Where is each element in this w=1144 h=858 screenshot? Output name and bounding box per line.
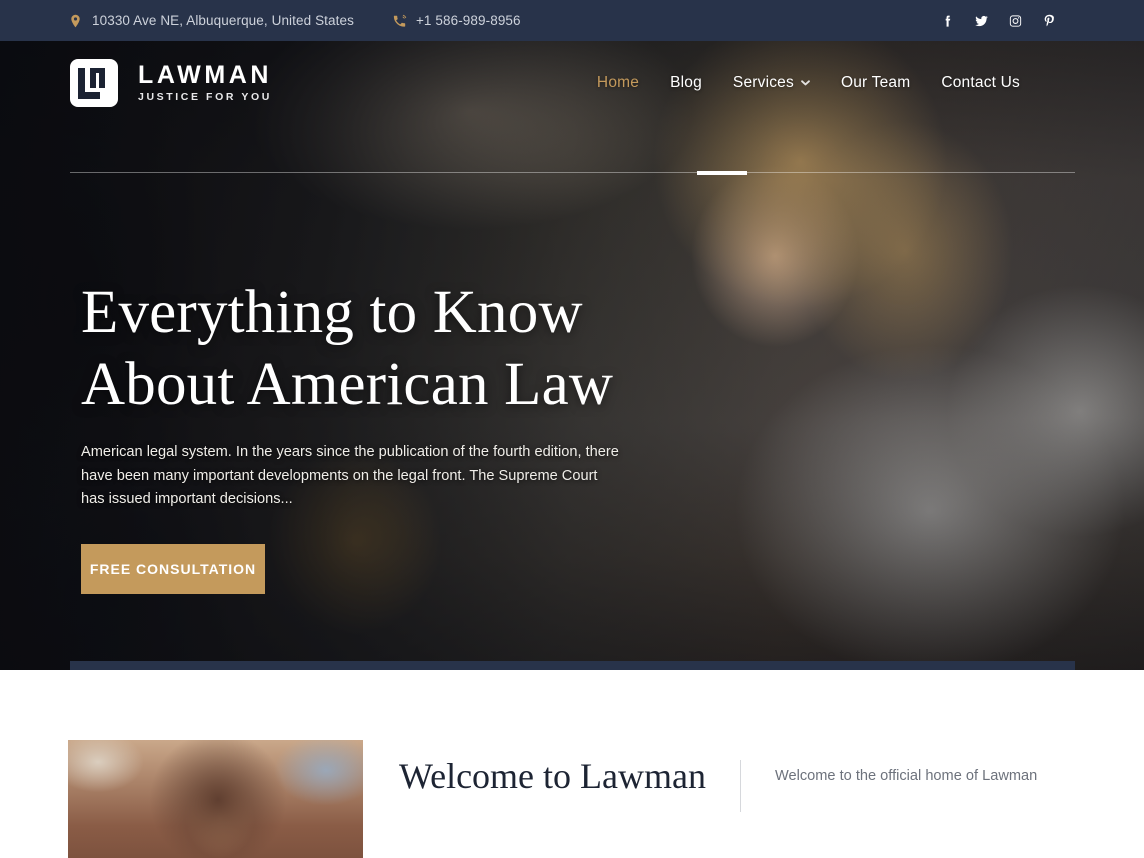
welcome-divider: [739, 760, 741, 812]
social-links: [940, 13, 1120, 29]
phone-text: +1 586-989-8956: [415, 13, 521, 28]
address-item[interactable]: 10330 Ave NE, Albuquerque, United States: [68, 13, 354, 29]
lawman-monogram-icon: [68, 57, 120, 109]
twitter-icon[interactable]: [974, 13, 989, 29]
top-bar: 10330 Ave NE, Albuquerque, United States…: [0, 0, 1144, 41]
welcome-text-block: Welcome to Lawman Welcome to the officia…: [399, 740, 1076, 858]
map-pin-icon: [68, 13, 83, 29]
nav-item-services-label: Services: [732, 73, 794, 91]
hero-heading: Everything to Know About American Law: [81, 277, 641, 421]
slider-progress-rail[interactable]: [70, 170, 1075, 175]
welcome-photo: [68, 740, 363, 858]
top-bar-contact-group: 10330 Ave NE, Albuquerque, United States…: [68, 13, 521, 29]
welcome-section: Welcome to Lawman Welcome to the officia…: [0, 670, 1144, 858]
welcome-heading: Welcome to Lawman: [399, 756, 706, 796]
hero-heading-line-2: About American Law: [81, 351, 614, 418]
facebook-icon[interactable]: [940, 13, 955, 29]
pinterest-icon[interactable]: [1042, 13, 1057, 29]
phone-item[interactable]: +1 586-989-8956: [392, 13, 521, 29]
nav-item-contact-us[interactable]: Contact Us: [941, 74, 1020, 92]
nav-item-blog[interactable]: Blog: [670, 74, 702, 92]
logo-name: LAWMAN: [138, 60, 273, 89]
hero-paragraph: American legal system. In the years sinc…: [81, 444, 619, 507]
nav-item-services[interactable]: Services: [733, 74, 810, 92]
quick-action-evaluation[interactable]: GET FREE CASE Evaluation: [405, 661, 740, 670]
main-navigation: Home Blog Services Our Team Contact Us: [597, 74, 1076, 92]
free-consultation-button[interactable]: FREE CONSULTATION: [81, 543, 265, 594]
hero-content: Everything to Know About American Law Am…: [81, 277, 641, 594]
logo-tagline: JUSTICE FOR YOU: [138, 90, 272, 103]
phone-icon: [392, 13, 407, 29]
nav-item-home[interactable]: Home: [597, 74, 639, 92]
site-header: LAWMAN JUSTICE FOR YOU Home Blog Service…: [0, 41, 1144, 124]
logo[interactable]: LAWMAN JUSTICE FOR YOU: [68, 57, 272, 109]
hero-heading-line-1: Everything to Know: [81, 279, 583, 346]
hero-section: LAWMAN JUSTICE FOR YOU Home Blog Service…: [0, 41, 1144, 670]
welcome-note: Welcome to the official home of Lawman: [774, 768, 1038, 784]
quick-actions-bar: BOOK AN Appointment GET FREE CASE Evalua…: [70, 661, 1075, 670]
nav-item-our-team[interactable]: Our Team: [841, 74, 910, 92]
quick-action-pay-now[interactable]: PAY NOW Online Now: [740, 661, 1075, 670]
chevron-down-icon: [801, 79, 810, 86]
quick-action-appointment[interactable]: BOOK AN Appointment: [70, 661, 405, 670]
instagram-icon[interactable]: [1008, 13, 1023, 29]
slider-progress-fill: [697, 170, 747, 175]
address-text: 10330 Ave NE, Albuquerque, United States: [92, 13, 354, 28]
